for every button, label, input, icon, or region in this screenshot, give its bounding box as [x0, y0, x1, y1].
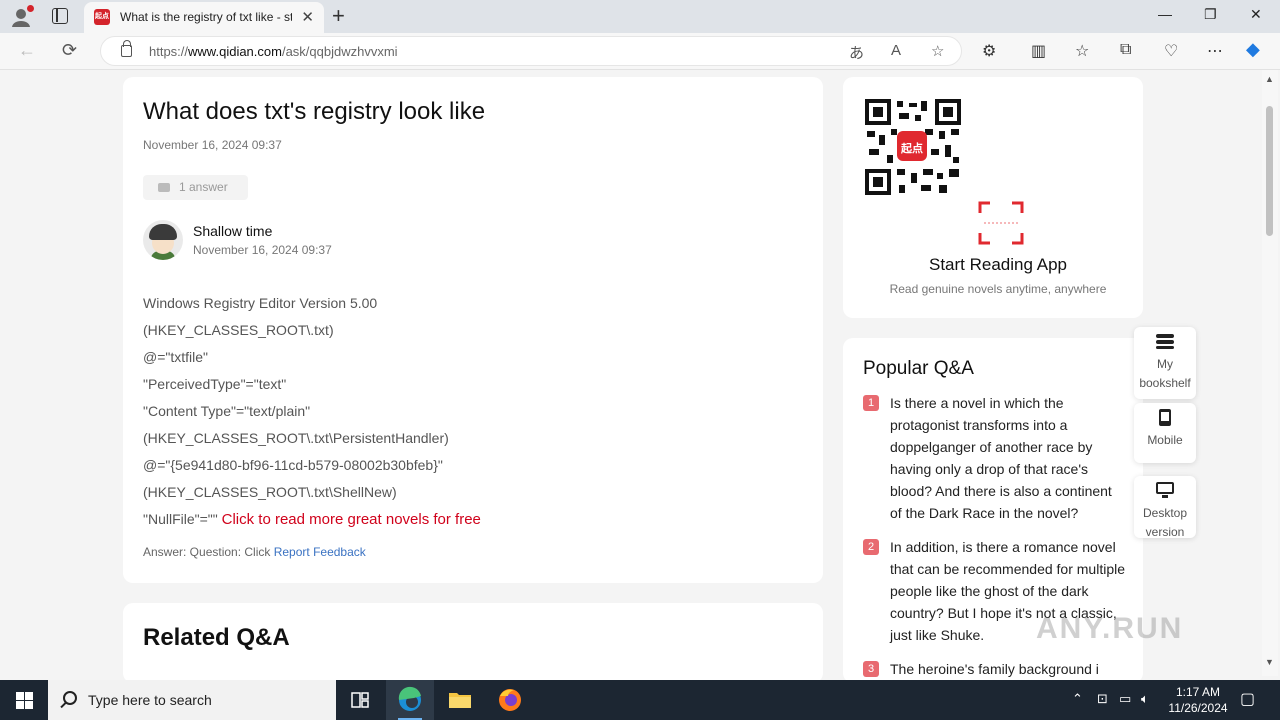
scan-icon [978, 201, 1024, 245]
show-hidden-icons-icon[interactable]: ⌃ [1072, 691, 1083, 707]
notification-dot [27, 5, 34, 12]
related-qa-heading: Related Q&A [143, 624, 290, 651]
answer-line: "PerceivedType"="text" [143, 376, 287, 392]
file-explorer-icon[interactable] [436, 680, 484, 720]
address-toolbar: ← ⟳ https://www.qidian.com/ask/qqbjdwzhv… [0, 33, 1280, 70]
answer-line: (HKEY_CLASSES_ROOT\.txt\ShellNew) [143, 484, 397, 500]
answer-line: @="{5e941d80-bf96-11cd-b579-08002b30bfeb… [143, 457, 443, 473]
more-menu-icon[interactable]: ⋯ [1207, 41, 1223, 61]
tab-actions-icon[interactable] [52, 8, 68, 24]
mobile-button[interactable]: Mobile [1134, 403, 1196, 463]
close-window-icon[interactable]: ✕ [1250, 6, 1262, 23]
author-name[interactable]: Shallow time [193, 223, 272, 239]
restore-icon[interactable]: ❐ [1204, 6, 1217, 23]
related-qa-card: Related Q&A [123, 603, 823, 683]
report-feedback-link[interactable]: Report Feedback [274, 545, 366, 559]
answer-line: @="txtfile" [143, 349, 209, 365]
browser-essentials-icon[interactable]: ♡ [1164, 41, 1178, 61]
taskbar: Type here to search ⌃ ⊡ ▭ 🔈︎ 1:17 AM 11/… [0, 680, 1280, 720]
rank-badge: 1 [863, 395, 879, 411]
app-subtitle: Read genuine novels anytime, anywhere [889, 282, 1107, 296]
answer-count: 1 answer [179, 180, 228, 194]
answer-line: Windows Registry Editor Version 5.00 [143, 295, 378, 311]
answer-body: Windows Registry Editor Version 5.00 (HK… [143, 292, 481, 535]
profile-icon[interactable] [10, 5, 34, 28]
clock-date: 11/26/2024 [1168, 701, 1228, 715]
copilot-icon[interactable]: ◆ [1246, 39, 1260, 60]
network-icon[interactable]: ▭ [1119, 691, 1131, 707]
scroll-up-icon[interactable]: ▲ [1265, 74, 1274, 84]
answer-line: (HKEY_CLASSES_ROOT\.txt\PersistentHandle… [143, 430, 449, 446]
answer-line: "Content Type"="text/plain" [143, 403, 311, 419]
rank-badge: 2 [863, 539, 879, 555]
answer-footer: Answer: Question: Click Report Feedback [143, 545, 366, 559]
clock-time: 1:17 AM [1175, 685, 1221, 699]
mobile-label: Mobile [1147, 433, 1183, 447]
search-icon [63, 691, 77, 705]
lock-icon[interactable] [121, 40, 132, 57]
bookshelf-icon [1156, 334, 1174, 349]
edge-taskbar-icon[interactable] [386, 680, 434, 720]
favorites-icon[interactable]: ☆ [1075, 41, 1089, 61]
qr-badge-text: 起点 [901, 143, 923, 155]
avatar[interactable] [143, 220, 183, 260]
collections-icon[interactable]: ⧉ [1120, 41, 1131, 59]
extensions-icon[interactable]: ⚙ [982, 41, 996, 61]
url-text[interactable]: https://www.qidian.com/ask/qqbjdwzhvvxmi [149, 44, 398, 59]
address-bar[interactable]: https://www.qidian.com/ask/qqbjdwzhvvxmi… [100, 36, 962, 66]
tab-title: What is the registry of txt like - st [120, 10, 292, 24]
windows-start-icon[interactable] [16, 692, 33, 709]
my-bookshelf-button[interactable]: My bookshelf [1134, 327, 1196, 399]
watermark: ANY.RUN [1036, 612, 1184, 645]
browser-tab-bar: 起点 What is the registry of txt like - st… [0, 0, 1280, 33]
answer-last-line: "NullFile"="" Click to read more great n… [143, 511, 481, 528]
scrollbar-thumb[interactable] [1266, 106, 1273, 236]
browser-tab-active[interactable]: 起点 What is the registry of txt like - st… [84, 2, 324, 33]
popular-question-text[interactable]: The heroine's family background i [890, 658, 1125, 680]
bookshelf-label: My bookshelf [1139, 357, 1191, 390]
mobile-icon [1159, 409, 1171, 426]
firefox-icon[interactable] [486, 680, 534, 720]
notifications-icon[interactable]: ▢ [1240, 689, 1255, 709]
qidian-favicon-icon: 起点 [94, 9, 110, 25]
device-icon[interactable]: ⊡ [1097, 691, 1108, 707]
taskbar-search[interactable]: Type here to search [48, 680, 336, 720]
minimize-icon[interactable]: — [1158, 6, 1172, 22]
search-placeholder: Type here to search [88, 692, 212, 708]
question-date: November 16, 2024 09:37 [143, 138, 282, 152]
read-aloud-icon[interactable]: A [891, 42, 901, 59]
answer-date: November 16, 2024 09:37 [193, 243, 332, 257]
close-tab-icon[interactable]: ✕ [301, 8, 314, 26]
task-view-icon[interactable] [336, 680, 384, 720]
new-tab-icon[interactable]: + [332, 3, 345, 29]
start-reading-app-title[interactable]: Start Reading App [843, 255, 1153, 275]
volume-icon[interactable]: 🔈︎ [1141, 691, 1149, 707]
back-arrow-icon[interactable]: ← [18, 40, 36, 61]
translate-icon[interactable]: あ [849, 42, 864, 63]
refresh-icon[interactable]: ⟳ [62, 40, 77, 61]
popular-question-text[interactable]: Is there a novel in which the protagonis… [890, 392, 1125, 524]
comment-icon [158, 183, 170, 192]
app-promo-card: 起点 Start Reading App Read genuine novels… [843, 77, 1143, 318]
page-scrollbar[interactable]: ▲ ▼ [1262, 70, 1278, 676]
taskbar-clock[interactable]: 1:17 AM 11/26/2024 [1160, 684, 1236, 716]
favorite-star-icon[interactable]: ☆ [931, 42, 944, 60]
answer-line: (HKEY_CLASSES_ROOT\.txt) [143, 322, 334, 338]
question-title: What does txt's registry look like [143, 98, 486, 125]
desktop-version-button[interactable]: Desktop version [1134, 476, 1196, 539]
answer-count-chip[interactable]: 1 answer [143, 175, 248, 200]
popular-qa-heading: Popular Q&A [863, 358, 974, 379]
rank-badge: 3 [863, 661, 879, 677]
question-card: What does txt's registry look like Novem… [123, 77, 823, 583]
desktop-label: Desktop version [1142, 506, 1188, 539]
scroll-down-icon[interactable]: ▼ [1265, 657, 1274, 667]
split-screen-icon[interactable]: ▥ [1031, 41, 1046, 61]
desktop-icon [1156, 482, 1174, 498]
read-more-link[interactable]: Click to read more great novels for free [222, 511, 481, 528]
